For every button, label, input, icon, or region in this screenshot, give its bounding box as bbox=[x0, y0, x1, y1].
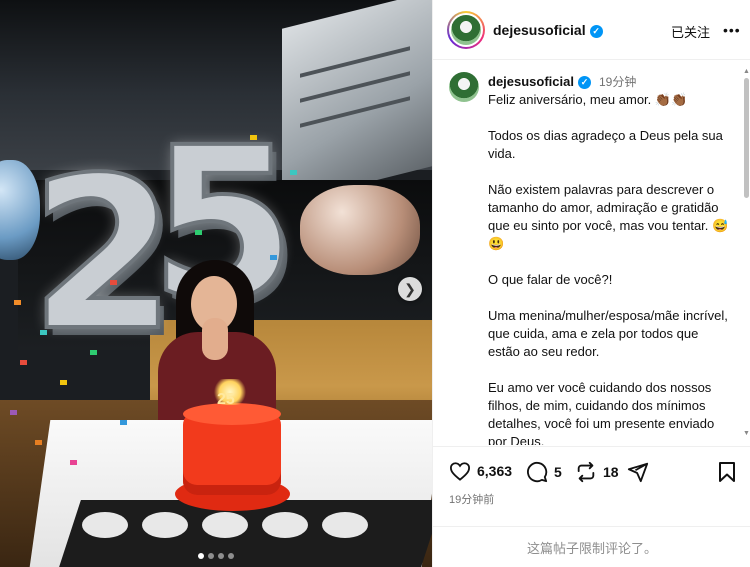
chevron-right-icon: ❯ bbox=[404, 280, 416, 297]
confetti bbox=[270, 255, 277, 260]
post-header: dejesusoficial ✓ 已关注 ••• bbox=[433, 0, 750, 60]
caption-scrollbar[interactable]: ▲ ▼ bbox=[743, 68, 750, 438]
carousel-indicator bbox=[0, 553, 432, 559]
caption-paragraph: Uma menina/mulher/esposa/mãe incrível, q… bbox=[488, 308, 728, 359]
carousel-dot bbox=[228, 553, 234, 559]
comment-bubble-icon bbox=[527, 461, 548, 483]
next-slide-button[interactable]: ❯ bbox=[398, 277, 422, 301]
confetti bbox=[20, 360, 27, 365]
confetti bbox=[110, 280, 117, 285]
confetti bbox=[60, 380, 67, 385]
tray-hole bbox=[202, 512, 248, 538]
caption-text: Feliz aniversário, meu amor. 👏🏾👏🏾 Todos … bbox=[488, 91, 733, 445]
confetti bbox=[10, 410, 17, 415]
caption-paragraph: Todos os dias agradeço a Deus pela sua v… bbox=[488, 128, 723, 161]
scroll-up-icon[interactable]: ▲ bbox=[743, 68, 750, 75]
caption-scroll-area[interactable]: dejesusoficial ✓ 19分钟 Feliz aniversário, m… bbox=[433, 61, 750, 445]
caption-username[interactable]: dejesusoficial bbox=[488, 74, 574, 89]
caption-paragraph: Feliz aniversário, meu amor. 👏🏾👏🏾 bbox=[488, 92, 688, 107]
like-count: 6,363 bbox=[477, 463, 513, 479]
confetti bbox=[250, 135, 257, 140]
birthday-cake: 25 bbox=[175, 379, 290, 515]
follow-state-button[interactable]: 已关注 bbox=[671, 22, 710, 41]
scroll-thumb[interactable] bbox=[744, 78, 749, 198]
confetti bbox=[70, 460, 77, 465]
confetti bbox=[290, 170, 297, 175]
username-text[interactable]: dejesusoficial bbox=[493, 22, 586, 38]
number-candle: 25 bbox=[217, 391, 235, 408]
tray-hole bbox=[322, 512, 368, 538]
comment-restriction-notice: 这篇帖子限制评论了。 bbox=[433, 526, 750, 567]
tray-hole bbox=[142, 512, 188, 538]
caption-avatar[interactable] bbox=[449, 72, 479, 102]
ellipsis-icon[interactable]: ••• bbox=[723, 22, 741, 38]
repost-button[interactable]: 18 bbox=[575, 461, 619, 483]
carousel-dot bbox=[208, 553, 214, 559]
scroll-down-icon[interactable]: ▼ bbox=[743, 430, 750, 437]
verified-badge-icon: ✓ bbox=[589, 25, 603, 38]
comment-count: 5 bbox=[554, 464, 562, 480]
ceiling-vent bbox=[282, 0, 432, 204]
confetti bbox=[35, 440, 42, 445]
post-actions: 6,363 5 18 19分钟前 bbox=[433, 446, 750, 526]
confetti bbox=[40, 330, 47, 335]
caption-time: 19分钟 bbox=[598, 75, 637, 89]
comment-button[interactable]: 5 bbox=[526, 461, 562, 483]
confetti bbox=[120, 420, 127, 425]
tray-hole bbox=[82, 512, 128, 538]
avatar-image bbox=[451, 15, 481, 45]
confetti bbox=[90, 350, 97, 355]
clasped-hands bbox=[202, 318, 228, 360]
verified-badge-icon: ✓ bbox=[577, 76, 591, 89]
confetti bbox=[195, 230, 202, 235]
carousel-dot bbox=[198, 553, 204, 559]
post-timestamp: 19分钟前 bbox=[449, 494, 495, 506]
caption-header: dejesusoficial ✓ 19分钟 bbox=[488, 73, 636, 90]
header-username[interactable]: dejesusoficial ✓ bbox=[493, 22, 603, 38]
post-panel: dejesusoficial ✓ 已关注 ••• dejesusoficial ✓ 1… bbox=[432, 0, 750, 567]
share-button[interactable] bbox=[627, 461, 655, 483]
avatar[interactable] bbox=[447, 11, 485, 49]
repost-icon bbox=[577, 461, 595, 483]
tray-hole bbox=[262, 512, 308, 538]
heart-icon bbox=[449, 462, 471, 481]
bookmark-icon bbox=[719, 462, 735, 482]
caption-paragraph: Eu amo ver você cuidando dos nossos filh… bbox=[488, 380, 715, 445]
send-icon bbox=[627, 462, 649, 483]
rose-gold-balloon bbox=[300, 185, 420, 275]
post-photo[interactable]: 2 5 25 ❯ bbox=[0, 0, 432, 567]
repost-count: 18 bbox=[603, 464, 619, 480]
caption-paragraph: O que falar de você?! bbox=[488, 272, 613, 287]
caption-paragraph: Não existem palavras para descrever o ta… bbox=[488, 182, 729, 251]
like-button[interactable]: 6,363 bbox=[449, 461, 512, 481]
save-button[interactable] bbox=[717, 461, 743, 483]
confetti bbox=[14, 300, 21, 305]
carousel-dot bbox=[218, 553, 224, 559]
